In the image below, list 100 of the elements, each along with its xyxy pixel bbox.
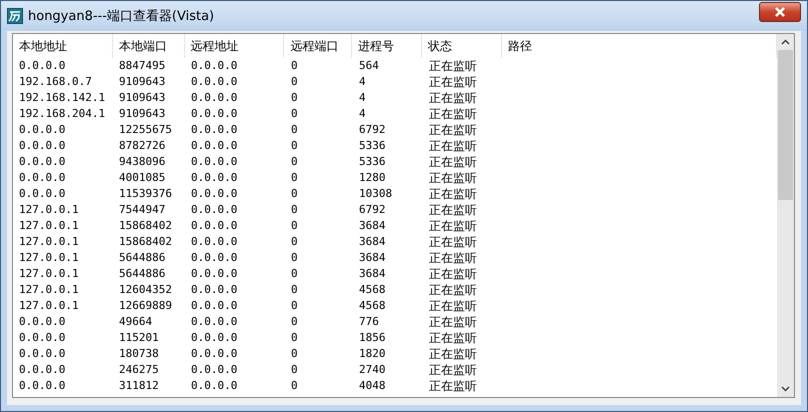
table-cell-text: 0 xyxy=(290,90,299,106)
table-cell-text: 9109643 xyxy=(118,90,166,106)
table-cell-text: 5336 xyxy=(358,138,386,154)
table-cell-text: 5336 xyxy=(358,154,386,170)
table-cell-text: 正在监听 xyxy=(428,266,478,282)
table-cell-text: 0.0.0.0 xyxy=(18,154,66,170)
table-cell-text: 4001085 xyxy=(118,170,166,186)
table-cell-text: 正在监听 xyxy=(428,234,478,250)
scroll-up-icon[interactable] xyxy=(781,39,790,45)
table-cell-text: 1856 xyxy=(358,330,386,346)
table-cell-text: 1820 xyxy=(358,346,386,362)
column-header[interactable]: 状态 xyxy=(422,34,502,58)
table-cell-text: 0.0.0.0 xyxy=(18,138,66,154)
table-cell-text: 0.0.0.0 xyxy=(190,170,238,186)
table-cell-text: 9438096 xyxy=(118,154,166,170)
table-cell-text: 0 xyxy=(290,202,299,218)
table-cell-text: 0 xyxy=(290,362,299,378)
close-button[interactable] xyxy=(759,2,801,22)
table-cell-text: 3684 xyxy=(358,234,386,250)
table-cell-text: 3684 xyxy=(358,266,386,282)
table-cell-text: 564 xyxy=(358,58,380,74)
table-cell-text: 正在监听 xyxy=(428,250,478,266)
table-cell-text: 正在监听 xyxy=(428,314,478,330)
table-cell-text: 4 xyxy=(358,106,367,122)
table-cell-text: 12669889 xyxy=(118,298,173,314)
table-cell-text: 0.0.0.0 xyxy=(190,218,238,234)
table-cell-text: 0.0.0.0 xyxy=(190,234,238,250)
table-cell-text: 0.0.0.0 xyxy=(18,346,66,362)
table-cell-text: 0.0.0.0 xyxy=(190,378,238,394)
column-header[interactable]: 本地地址 xyxy=(13,34,113,58)
table-cell-text: 正在监听 xyxy=(428,298,478,314)
table-cell-text: 正在监听 xyxy=(428,202,478,218)
column-header[interactable]: 本地端口 xyxy=(112,34,185,58)
table-cell-text: 9109643 xyxy=(118,106,166,122)
table-cell-text: 0 xyxy=(290,138,299,154)
table-cell-text: 15868402 xyxy=(118,234,173,250)
table-cell-text: 0.0.0.0 xyxy=(190,138,238,154)
scroll-thumb[interactable] xyxy=(778,50,793,200)
table-cell-text: 0.0.0.0 xyxy=(190,90,238,106)
table-cell-text: 11539376 xyxy=(118,186,173,202)
table-cell-text: 0 xyxy=(290,346,299,362)
table-cell-text: 0 xyxy=(290,266,299,282)
column-header[interactable]: 进程号 xyxy=(352,34,422,58)
table-cell-text: 4568 xyxy=(358,282,386,298)
table-cell-text: 3684 xyxy=(358,218,386,234)
table-cell-text: 12255675 xyxy=(118,122,173,138)
table-cell-text: 正在监听 xyxy=(428,138,478,154)
table-cell-text: 4 xyxy=(358,74,367,90)
table-cell-text: 0.0.0.0 xyxy=(190,330,238,346)
table-cell-text: 0 xyxy=(290,186,299,202)
table-cell-text: 0.0.0.0 xyxy=(18,330,66,346)
table-cell-text: 0 xyxy=(290,330,299,346)
table-cell-text: 0 xyxy=(290,314,299,330)
table-cell-text: 127.0.0.1 xyxy=(18,234,80,250)
table-cell-text: 0.0.0.0 xyxy=(18,378,66,394)
table-cell-text: 0.0.0.0 xyxy=(190,298,238,314)
table-cell-text: 0.0.0.0 xyxy=(18,122,66,138)
table-cell-text: 12604352 xyxy=(118,282,173,298)
table-cell-text: 6792 xyxy=(358,202,386,218)
table-cell-text: 5644886 xyxy=(118,266,166,282)
table-cell-text: 180738 xyxy=(118,346,160,362)
table-cell-text: 6792 xyxy=(358,122,386,138)
table-cell-text: 5644886 xyxy=(118,250,166,266)
table-cell-text: 0.0.0.0 xyxy=(190,106,238,122)
table-cell-text: 3684 xyxy=(358,250,386,266)
table-cell-text: 246275 xyxy=(118,362,160,378)
table-cell-text: 192.168.0.7 xyxy=(18,74,93,90)
table-cell-text: 311812 xyxy=(118,378,160,394)
table-cell-text: 776 xyxy=(358,314,380,330)
table-cell-text: 正在监听 xyxy=(428,330,478,346)
table-cell-text: 0.0.0.0 xyxy=(190,362,238,378)
table-cell-text: 127.0.0.1 xyxy=(18,298,80,314)
close-icon xyxy=(773,6,787,18)
table-cell-text: 0.0.0.0 xyxy=(190,346,238,362)
table-cell-text: 0 xyxy=(290,122,299,138)
table-cell-text: 15868402 xyxy=(118,218,173,234)
table-cell-text: 0.0.0.0 xyxy=(18,170,66,186)
table-cell-text: 8847495 xyxy=(118,58,166,74)
table-cell-text: 0 xyxy=(290,250,299,266)
table-cell-text: 192.168.204.1 xyxy=(18,106,106,122)
table-cell-text: 0.0.0.0 xyxy=(190,282,238,298)
table-cell-text: 正在监听 xyxy=(428,122,478,138)
table-cell-text: 0 xyxy=(290,282,299,298)
table-cell-text: 正在监听 xyxy=(428,346,478,362)
scrollbar[interactable] xyxy=(777,34,794,397)
column-header[interactable]: 远程地址 xyxy=(184,34,284,58)
scroll-down-icon[interactable] xyxy=(781,386,790,392)
table-cell-text: 8782726 xyxy=(118,138,166,154)
table-cell-text: 0.0.0.0 xyxy=(190,154,238,170)
table-cell-text: 4 xyxy=(358,90,367,106)
table-cell-text: 正在监听 xyxy=(428,186,478,202)
table-cell-text: 0 xyxy=(290,170,299,186)
table-cell-text: 0.0.0.0 xyxy=(190,58,238,74)
table-cell-text: 0.0.0.0 xyxy=(18,314,66,330)
app-icon xyxy=(7,8,23,24)
table-cell-text: 127.0.0.1 xyxy=(18,266,80,282)
table-cell-text: 9109643 xyxy=(118,74,166,90)
table-cell-text: 0.0.0.0 xyxy=(190,122,238,138)
column-header[interactable]: 远程端口 xyxy=(284,34,352,58)
table-cell-text: 0.0.0.0 xyxy=(190,250,238,266)
